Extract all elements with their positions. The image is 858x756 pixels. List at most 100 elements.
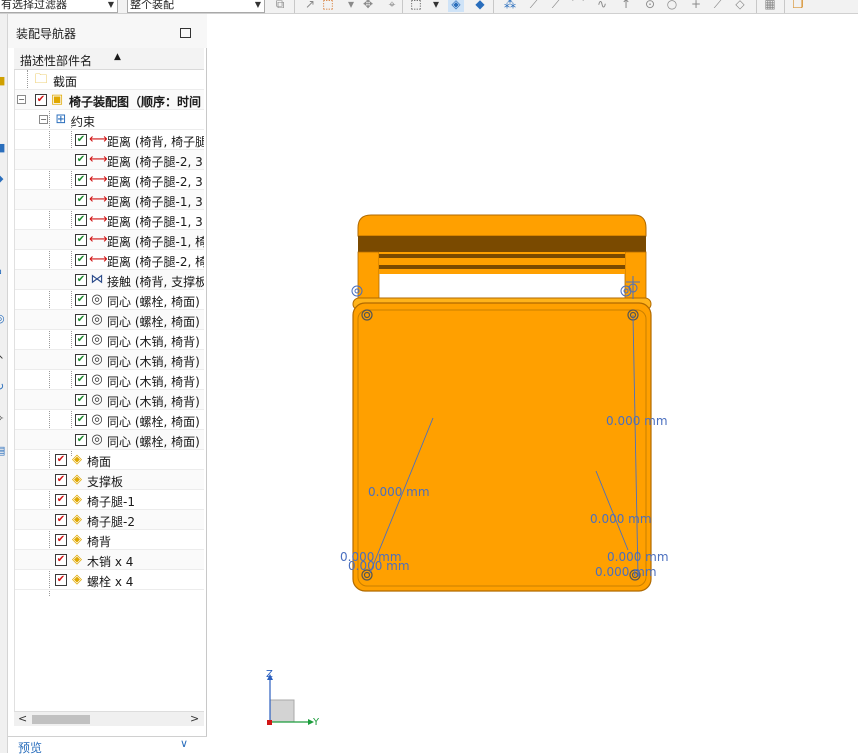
tree-row-constraint[interactable]: ✔ ◎ 同心 (螺栓, 椅面) (15, 290, 204, 310)
horizontal-scrollbar[interactable]: < > (14, 711, 204, 726)
collapse-icon[interactable]: − (39, 115, 48, 124)
tree-row-constraint[interactable]: ✔ ⟷ 距离 (椅子腿-2, 椅 (15, 250, 204, 270)
tree-row-constraint[interactable]: ✔ ◎ 同心 (螺栓, 椅面) (15, 410, 204, 430)
settings-icon[interactable]: ✧ (0, 412, 7, 425)
history-icon[interactable]: ↻ (0, 380, 7, 393)
graphics-viewport[interactable]: 0.000 mm 0.000 mm 0.000 mm 0.000 mm 0.00… (208, 14, 858, 753)
constraint-checkbox[interactable]: ✔ (75, 394, 87, 406)
tree-row-constraint[interactable]: ✔ ◎ 同心 (螺栓, 椅面) (15, 430, 204, 450)
dimension-label[interactable]: 0.000 mm (606, 414, 668, 428)
dimension-label[interactable]: 0.000 mm (607, 550, 669, 564)
arrow-up-snap-icon[interactable]: ↑ (618, 0, 634, 12)
intersect-snap-icon[interactable]: + (688, 0, 704, 12)
cube-icon[interactable]: ◆ (0, 172, 7, 185)
tree-row-constraint[interactable]: ✔ ⋈ 接触 (椅背, 支撑板 (15, 270, 204, 290)
grid-icon[interactable]: ▦ (762, 0, 778, 12)
curve-snap-icon[interactable]: ∿ (594, 0, 610, 12)
constraint-checkbox[interactable]: ✔ (75, 214, 87, 226)
dimension-label[interactable]: 0.000 mm (595, 565, 657, 579)
selection-filter-dropdown[interactable]: 有选择过滤器 ▼ (0, 0, 118, 13)
maximize-icon[interactable] (180, 28, 191, 38)
collapse-icon[interactable]: − (17, 95, 26, 104)
tree-row-constraint[interactable]: ✔ ◎ 同心 (木销, 椅背) (15, 390, 204, 410)
tree-row-part[interactable]: ✔ ◈ 木销 x 4 (15, 550, 204, 570)
face-snap-icon[interactable]: ◇ (732, 0, 748, 12)
snap-icon[interactable]: ↗ (302, 0, 318, 12)
chevron-down-icon[interactable]: ▾ (428, 0, 444, 12)
scope-dropdown[interactable]: 整个装配 ▼ (127, 0, 265, 13)
constraint-checkbox[interactable]: ✔ (75, 154, 87, 166)
tree-row-part[interactable]: ✔ ◈ 支撑板 (15, 470, 204, 490)
model-view[interactable] (208, 14, 858, 753)
center-snap-icon[interactable]: ⊙ (642, 0, 658, 12)
tree-row-assembly[interactable]: − ✔ ▣ 椅子装配图（顺序：时间 (15, 90, 204, 110)
tree-row-constraint[interactable]: ✔ ⟷ 距离 (椅子腿-1, 椅 (15, 230, 204, 250)
snap-point-icon[interactable]: ⬚ (320, 0, 336, 12)
constraint-checkbox[interactable]: ✔ (75, 274, 87, 286)
constraint-checkbox[interactable]: ✔ (75, 374, 87, 386)
part-checkbox[interactable]: ✔ (55, 474, 67, 486)
globe-icon[interactable]: ◎ (0, 312, 7, 325)
tree-row-part[interactable]: ✔ ◈ 椅子腿-2 (15, 510, 204, 530)
folder-icon[interactable]: ■ (0, 74, 7, 87)
shaded-view-icon[interactable]: ◈ (448, 0, 464, 12)
tree-row-part[interactable]: ✔ ◈ 螺栓 x 4 (15, 570, 204, 590)
tree-row-part[interactable]: ✔ ◈ 椅面 (15, 450, 204, 470)
constraint-checkbox[interactable]: ✔ (75, 434, 87, 446)
arc-snap-icon[interactable]: ⌒ (570, 0, 586, 12)
scroll-right-icon[interactable]: > (190, 712, 199, 725)
dimension-label[interactable]: 0.000 mm (348, 559, 410, 573)
scroll-left-icon[interactable]: < (18, 712, 27, 725)
part-checkbox[interactable]: ✔ (55, 534, 67, 546)
constraint-checkbox[interactable]: ✔ (75, 314, 87, 326)
snap-grid-icon[interactable]: ⁂ (502, 0, 518, 12)
constraint-checkbox[interactable]: ✔ (75, 294, 87, 306)
column-header-part-name[interactable]: 描述性部件名 ▲ (14, 48, 204, 70)
pin-icon[interactable]: ⌖ (384, 0, 400, 12)
select-feature-icon[interactable]: ⧉ (272, 0, 288, 12)
seat-part[interactable] (352, 297, 652, 592)
tree-row-constraint[interactable]: ✔ ⟷ 距离 (椅背, 椅子腿 (15, 130, 204, 150)
part-checkbox[interactable]: ✔ (55, 454, 67, 466)
preview-section[interactable]: 预览 ∨ (8, 736, 207, 755)
tangent-snap-icon[interactable]: ⟋ (710, 0, 726, 12)
box-select-icon[interactable]: ⬚ (408, 0, 424, 12)
chair-back-part[interactable] (357, 214, 647, 303)
constraint-checkbox[interactable]: ✔ (75, 254, 87, 266)
tree-row-constraint[interactable]: ✔ ◎ 同心 (木销, 椅背) (15, 370, 204, 390)
constraint-checkbox[interactable]: ✔ (75, 134, 87, 146)
constraint-checkbox[interactable]: ✔ (75, 414, 87, 426)
line-snap-icon[interactable]: ⟋ (526, 0, 542, 12)
layout-icon[interactable]: ▤ (0, 444, 7, 457)
move-icon[interactable]: ✥ (360, 0, 376, 12)
chevron-down-icon[interactable]: ▾ (343, 0, 359, 12)
tree-row-constraint[interactable]: ✔ ◎ 同心 (木销, 椅背) (15, 350, 204, 370)
part-navigator-icon[interactable]: ■ (0, 141, 7, 154)
tree-row-section[interactable]: 🗀 截面 (15, 70, 204, 90)
assembly-tool-icon[interactable]: ❐ (790, 0, 806, 12)
part-checkbox[interactable]: ✔ (55, 494, 67, 506)
midpoint-snap-icon[interactable]: ⟋ (548, 0, 564, 12)
assembly-checkbox[interactable]: ✔ (35, 94, 47, 106)
tree-row-part[interactable]: ✔ ◈ 椅子腿-1 (15, 490, 204, 510)
constraint-checkbox[interactable]: ✔ (75, 194, 87, 206)
constraint-checkbox[interactable]: ✔ (75, 354, 87, 366)
home-icon[interactable]: ⌂ (0, 264, 7, 277)
part-checkbox[interactable]: ✔ (55, 514, 67, 526)
dimension-label[interactable]: 0.000 mm (590, 512, 652, 526)
tree-row-constraints[interactable]: − ⊞ 约束 (15, 110, 204, 130)
tree-row-constraint[interactable]: ✔ ◎ 同心 (木销, 椅背) (15, 330, 204, 350)
signal-icon[interactable]: ) (0, 216, 7, 228)
tree-row-constraint[interactable]: ✔ ⟷ 距离 (椅子腿-2, 3 (15, 150, 204, 170)
tree-row-constraint[interactable]: ✔ ⟷ 距离 (椅子腿-2, 3 (15, 170, 204, 190)
chevron-down-icon[interactable]: ∨ (180, 737, 188, 750)
tree-row-constraint[interactable]: ✔ ◎ 同心 (螺栓, 椅面) (15, 310, 204, 330)
constraint-checkbox[interactable]: ✔ (75, 234, 87, 246)
scrollbar-thumb[interactable] (32, 715, 90, 724)
cube-view-icon[interactable]: ◆ (472, 0, 488, 12)
part-checkbox[interactable]: ✔ (55, 554, 67, 566)
tree-row-constraint[interactable]: ✔ ⟷ 距离 (椅子腿-1, 3 (15, 190, 204, 210)
tree-row-part[interactable]: ✔ ◈ 椅背 (15, 530, 204, 550)
quadrant-snap-icon[interactable]: ○ (664, 0, 680, 12)
constraint-checkbox[interactable]: ✔ (75, 334, 87, 346)
